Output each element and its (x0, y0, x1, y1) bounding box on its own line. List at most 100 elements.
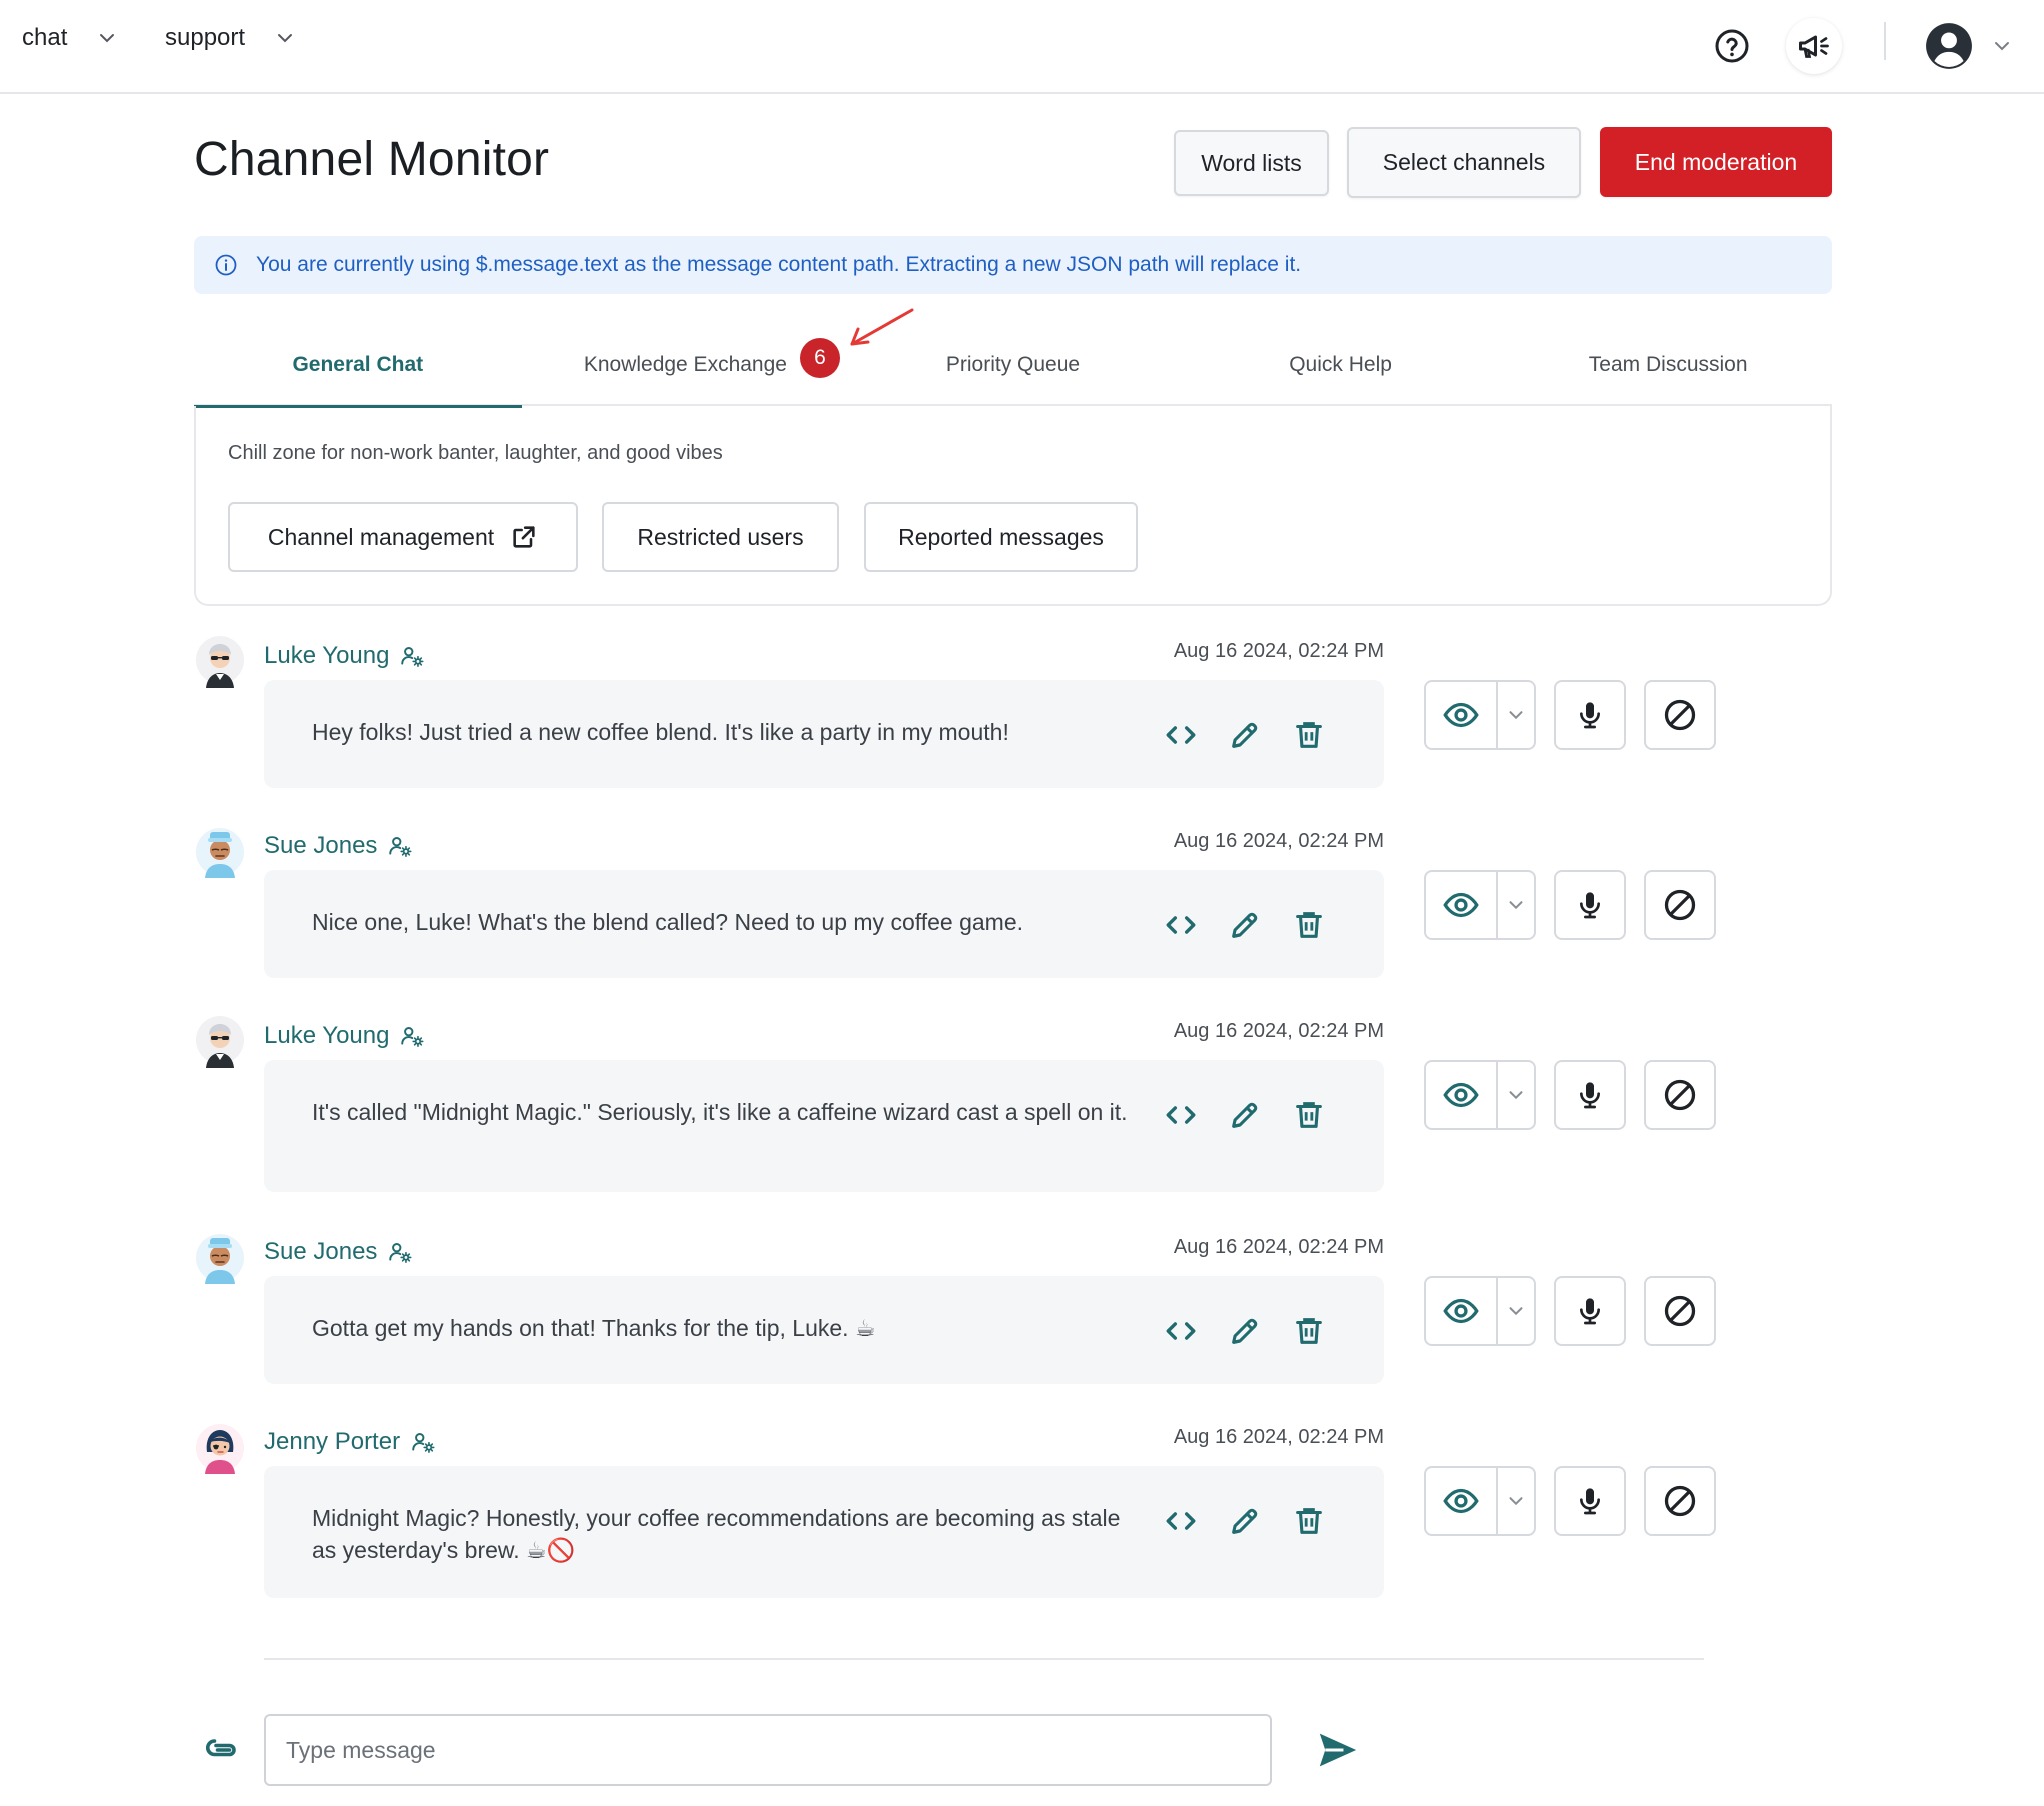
message-author[interactable]: Luke Young (264, 642, 425, 670)
trash-icon[interactable] (1292, 718, 1326, 752)
end-moderation-button[interactable]: End moderation (1600, 127, 1832, 197)
visibility-control (1424, 680, 1536, 750)
message-text: Nice one, Luke! What's the blend called?… (312, 909, 1024, 935)
ban-icon[interactable] (1644, 870, 1716, 940)
avatar (196, 636, 244, 688)
pencil-icon[interactable] (1228, 1098, 1262, 1132)
channel-management-label: Channel management (267, 523, 495, 550)
message-author[interactable]: Luke Young (264, 1022, 425, 1050)
megaphone-icon[interactable] (1786, 18, 1842, 74)
moderator-badge-icon (399, 643, 425, 669)
moderation-controls (1424, 870, 1716, 940)
code-icon[interactable] (1164, 718, 1198, 752)
tab-team-discussion[interactable]: Team Discussion (1504, 324, 1832, 406)
message-bubble: Gotta get my hands on that! Thanks for t… (264, 1276, 1384, 1384)
message-timestamp: Aug 16 2024, 02:24 PM (1173, 1426, 1384, 1448)
pencil-icon[interactable] (1228, 908, 1262, 942)
avatar (196, 826, 244, 878)
moderator-badge-icon (399, 1023, 425, 1049)
code-icon[interactable] (1164, 908, 1198, 942)
code-icon[interactable] (1164, 1314, 1198, 1348)
tab-quick-help[interactable]: Quick Help (1177, 324, 1505, 406)
ban-icon[interactable] (1644, 1060, 1716, 1130)
annotation-arrow-icon (850, 308, 914, 346)
code-icon[interactable] (1164, 1504, 1198, 1538)
avatar (196, 1232, 244, 1284)
message-timestamp: Aug 16 2024, 02:24 PM (1173, 1020, 1384, 1042)
microphone-icon[interactable] (1554, 1060, 1626, 1130)
ban-icon[interactable] (1644, 1276, 1716, 1346)
tab-knowledge-exchange[interactable]: Knowledge Exchange (522, 324, 850, 406)
visibility-control (1424, 1060, 1536, 1130)
eye-icon[interactable] (1426, 1468, 1498, 1534)
channel-description: Chill zone for non-work banter, laughter… (228, 442, 723, 464)
eye-icon[interactable] (1426, 1278, 1498, 1344)
pencil-icon[interactable] (1228, 1504, 1262, 1538)
chevron-down-icon (278, 34, 293, 43)
nav-label-chat: chat (22, 24, 68, 51)
topbar-divider (1884, 22, 1886, 60)
select-channels-button[interactable]: Select channels (1347, 127, 1581, 198)
chevron-down-icon[interactable] (1498, 1278, 1534, 1344)
channel-management-button[interactable]: Channel management (228, 502, 578, 572)
chevron-down-icon[interactable] (1498, 1062, 1534, 1128)
send-icon[interactable] (1316, 1730, 1360, 1770)
message-author[interactable]: Jenny Porter (264, 1428, 436, 1456)
channel-tabs: General Chat Knowledge Exchange Priority… (194, 324, 1832, 408)
microphone-icon[interactable] (1554, 870, 1626, 940)
info-icon (215, 254, 237, 276)
message-text: It's called "Midnight Magic." Seriously,… (312, 1099, 1128, 1125)
user-menu[interactable] (1924, 18, 2034, 74)
chevron-down-icon[interactable] (1498, 872, 1534, 938)
nav-dropdown-chat[interactable]: chat (22, 24, 119, 52)
message-author[interactable]: Sue Jones (264, 832, 413, 860)
message-author[interactable]: Sue Jones (264, 1238, 413, 1266)
help-circle-icon[interactable] (1704, 18, 1760, 74)
unread-count-badge: 6 (800, 338, 840, 378)
message-bubble: Midnight Magic? Honestly, your coffee re… (264, 1466, 1384, 1598)
visibility-control (1424, 870, 1536, 940)
chevron-down-icon (1995, 42, 2009, 51)
trash-icon[interactable] (1292, 908, 1326, 942)
pencil-icon[interactable] (1228, 1314, 1262, 1348)
chevron-down-icon[interactable] (1498, 1468, 1534, 1534)
eye-icon[interactable] (1426, 682, 1498, 748)
microphone-icon[interactable] (1554, 1276, 1626, 1346)
tab-general-chat[interactable]: General Chat (194, 324, 522, 408)
microphone-icon[interactable] (1554, 680, 1626, 750)
moderator-badge-icon (387, 1239, 413, 1265)
microphone-icon[interactable] (1554, 1466, 1626, 1536)
external-link-icon (513, 526, 535, 548)
reported-messages-button[interactable]: Reported messages (864, 502, 1138, 572)
trash-icon[interactable] (1292, 1504, 1326, 1538)
chevron-down-icon (100, 34, 115, 43)
pencil-icon[interactable] (1228, 718, 1262, 752)
ban-icon[interactable] (1644, 1466, 1716, 1536)
message-timestamp: Aug 16 2024, 02:24 PM (1173, 640, 1384, 662)
trash-icon[interactable] (1292, 1314, 1326, 1348)
moderation-controls (1424, 1276, 1716, 1346)
nav-label-support: support (165, 24, 246, 51)
restricted-users-button[interactable]: Restricted users (602, 502, 839, 572)
ban-icon[interactable] (1644, 680, 1716, 750)
word-lists-button[interactable]: Word lists (1174, 130, 1329, 196)
moderation-controls (1424, 1060, 1716, 1130)
nav-dropdown-support[interactable]: support (165, 24, 297, 52)
page-title: Channel Monitor (194, 133, 550, 186)
eye-icon[interactable] (1426, 872, 1498, 938)
message-bubble: Hey folks! Just tried a new coffee blend… (264, 680, 1384, 788)
message-timestamp: Aug 16 2024, 02:24 PM (1173, 830, 1384, 852)
message-actions (1164, 908, 1326, 942)
paperclip-icon[interactable] (204, 1732, 240, 1768)
message-input[interactable] (264, 1714, 1272, 1786)
moderator-badge-icon (410, 1429, 436, 1455)
message-actions (1164, 718, 1326, 752)
code-icon[interactable] (1164, 1098, 1198, 1132)
message-bubble: Nice one, Luke! What's the blend called?… (264, 870, 1384, 978)
top-bar: chat support (0, 0, 2044, 94)
eye-icon[interactable] (1426, 1062, 1498, 1128)
composer-divider (264, 1658, 1704, 1660)
message-actions (1164, 1314, 1326, 1348)
trash-icon[interactable] (1292, 1098, 1326, 1132)
chevron-down-icon[interactable] (1498, 682, 1534, 748)
